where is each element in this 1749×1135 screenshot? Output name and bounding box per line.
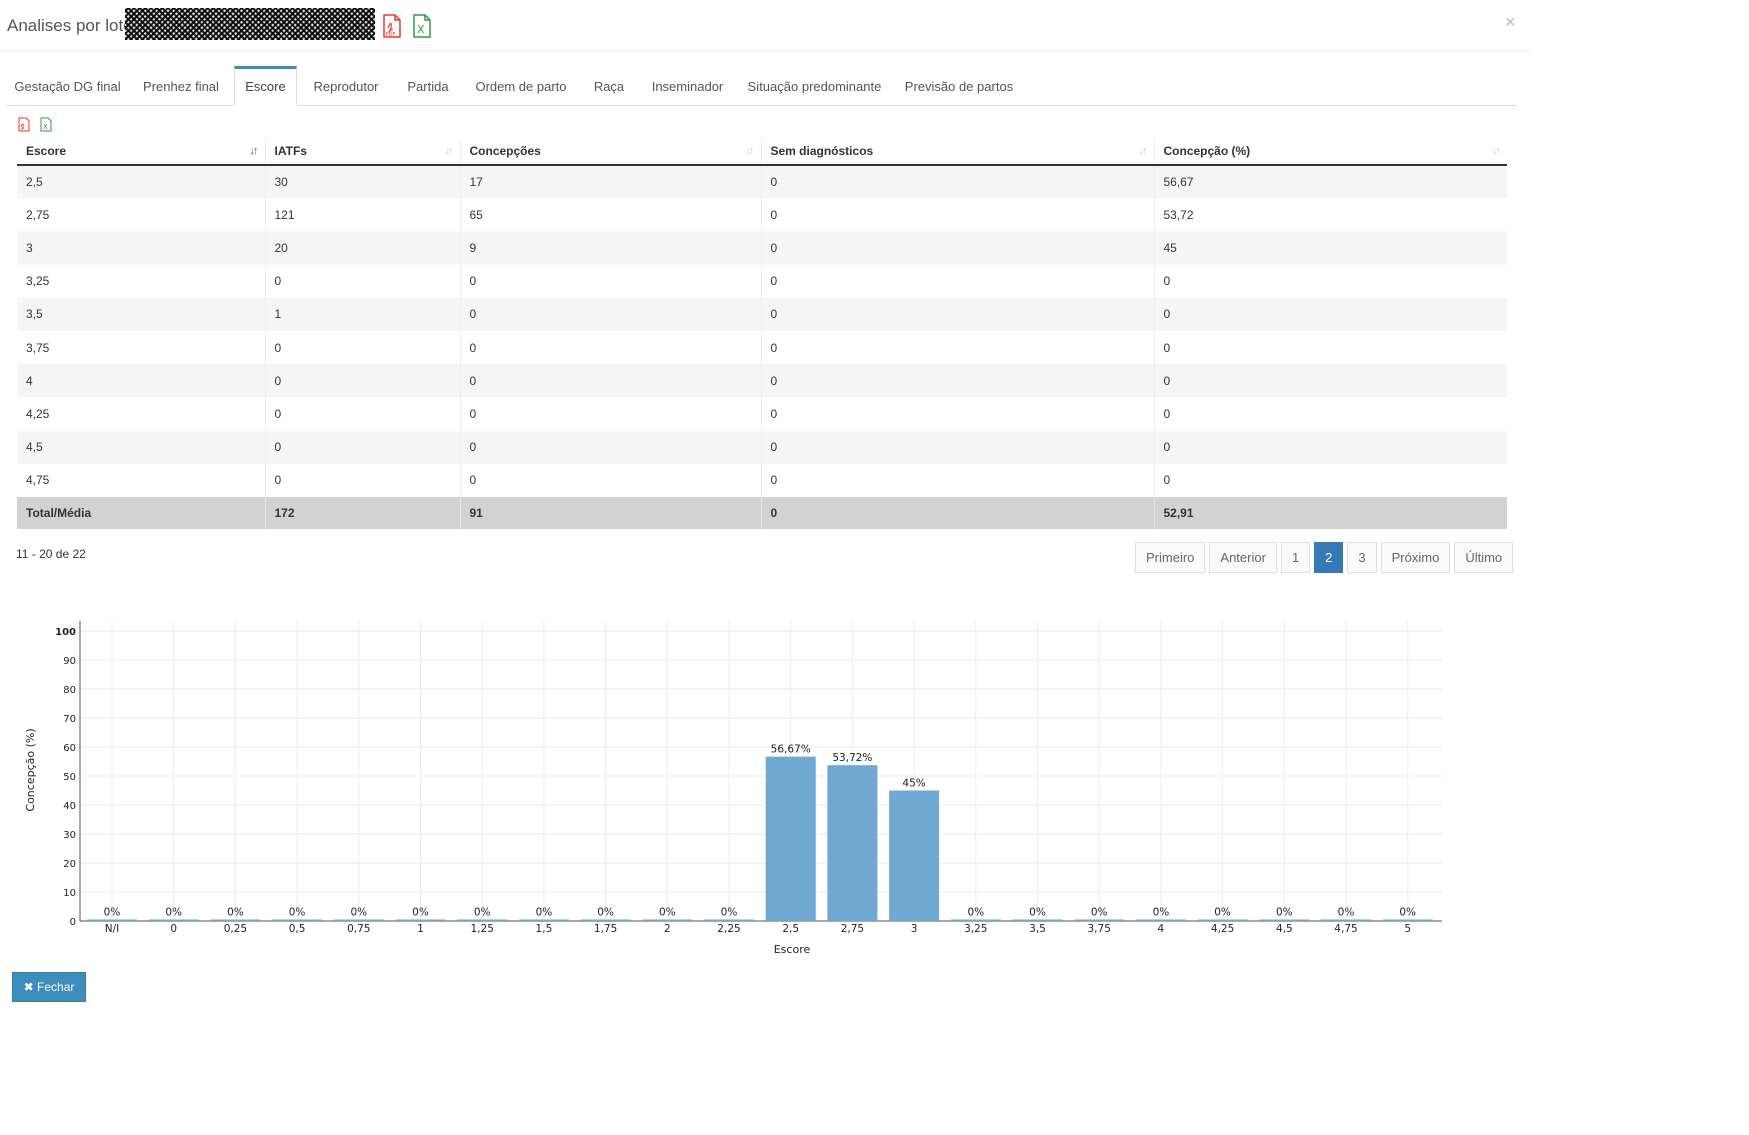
x-tick-label: 3,25 [964,923,987,935]
concepcao-bar-chart: 0 10 20 30 40 50 60 70 80 90 100 N/I 0 0,25 0,5 0,75 1 1,… [24,621,1442,956]
bar-value-label: 0% [412,907,429,919]
x-tick-label: 2,5 [782,923,799,935]
y-tick-label: 90 [63,656,76,667]
y-tick-label: 40 [63,801,76,812]
bar [87,919,137,921]
y-tick-label: 80 [63,685,76,696]
close-modal-button[interactable]: ✖ Fechar [12,972,86,1002]
bar-value-label: 0% [350,907,367,919]
y-tick-label: 60 [63,743,76,754]
bar [1382,919,1433,921]
bar [457,919,508,921]
x-tick-label: 3,5 [1029,923,1046,935]
bar-value-label: 0% [474,907,491,919]
bar-value-label: 0% [721,907,738,919]
bar [1197,919,1248,921]
bar [1135,919,1186,921]
bar [1321,919,1371,921]
y-tick-label: 30 [63,830,76,841]
x-tick-label: 1,75 [594,923,617,935]
x-tick-label: 0 [170,923,177,935]
bar-value-label: 0% [227,907,244,919]
bar [518,919,569,921]
x-tick-label: 4,5 [1276,923,1293,935]
bar-value-label: 0% [165,907,182,919]
bar [1259,919,1310,921]
y-tick-label: 50 [63,772,76,783]
bar-value-label: 56,67% [771,744,811,756]
bar-value-label: 0% [659,907,676,919]
x-tick-label: 3 [911,923,918,935]
x-tick-label: 4,75 [1334,923,1357,935]
y-tick-label: 70 [63,714,76,725]
bar-value-label: 53,72% [832,752,872,764]
x-tick-label: 0,75 [347,923,370,935]
bar [642,919,693,921]
x-tick-label: 5 [1404,923,1411,935]
bar-value-label: 0% [104,907,121,919]
bar-value-label: 0% [1399,907,1416,919]
x-tick-label: 1 [417,923,424,935]
bar-value-label: 0% [967,907,984,919]
x-tick-label: 0,25 [224,923,247,935]
x-tick-label: 4 [1158,923,1165,935]
bar-value-label: 0% [1276,907,1293,919]
y-tick-label: 20 [63,859,76,870]
bar [889,790,940,921]
x-tick-label: 1,25 [471,923,494,935]
x-axis-title: Escore [774,943,811,956]
bar-value-label: 0% [289,907,306,919]
x-tick-label: 3,75 [1088,923,1111,935]
x-tick-label: 2,25 [717,923,740,935]
x-tick-label: 2,75 [841,923,864,935]
bar [333,919,384,921]
y-axis-title: Concepção (%) [24,728,37,811]
bar [1012,919,1063,921]
bar-value-label: 0% [536,907,553,919]
bar-value-label: 0% [597,907,614,919]
y-tick-label: 10 [63,888,76,899]
times-icon: ✖ [23,980,34,994]
bar [704,919,754,921]
bar [1074,919,1125,921]
bar-value-label: 0% [1153,907,1170,919]
bar [765,756,816,921]
y-tick-label: 100 [55,627,76,638]
bar [210,919,261,921]
x-tick-label: 4,25 [1211,923,1234,935]
bar [950,919,1001,921]
bar-value-label: 0% [1338,907,1355,919]
x-tick-label: N/I [105,923,120,935]
bar [148,919,199,921]
x-tick-label: 0,5 [289,923,306,935]
bar [580,919,631,921]
x-tick-label: 2 [664,923,671,935]
bar [272,919,323,921]
y-tick-label: 0 [70,917,76,928]
bar [827,765,878,921]
bar-value-label: 0% [1029,907,1046,919]
bar-value-label: 45% [902,778,925,790]
bar [395,919,446,921]
x-tick-label: 1,5 [536,923,553,935]
bar-value-label: 0% [1214,907,1231,919]
bar-value-label: 0% [1091,907,1108,919]
close-button-label: Fechar [37,980,75,994]
